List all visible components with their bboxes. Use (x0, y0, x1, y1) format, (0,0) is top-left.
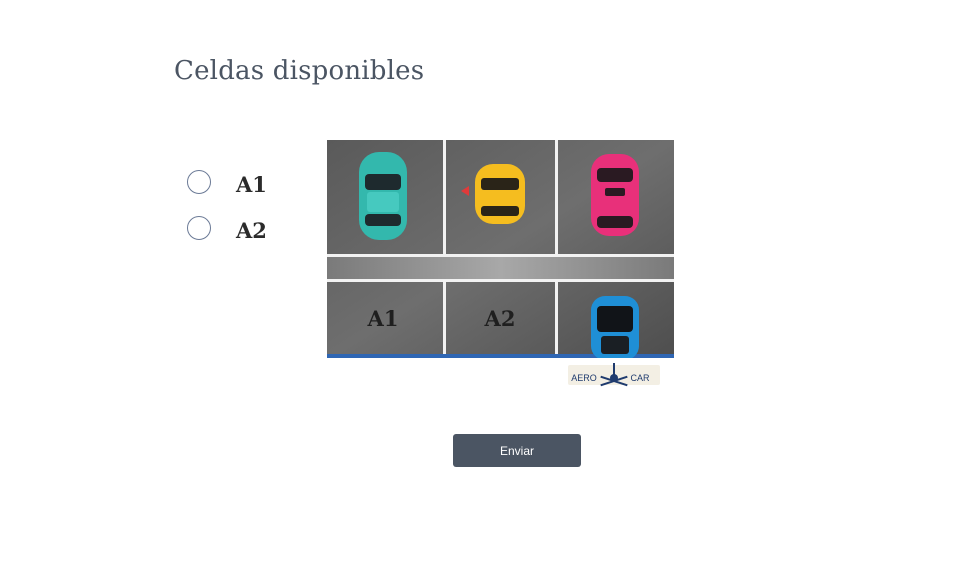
option-a2[interactable]: A2 (187, 212, 267, 243)
option-a1-label: A1 (236, 172, 267, 197)
parking-lot-image: A1 A2 (327, 140, 674, 358)
slot-label-a2: A2 (484, 306, 516, 331)
radio-a2[interactable] (187, 215, 211, 240)
submit-button[interactable]: Enviar (453, 434, 581, 467)
logo-right-text: CAR (630, 373, 650, 383)
option-a2-label: A2 (236, 218, 267, 243)
slot-label-a1: A1 (367, 306, 399, 331)
car-blue-icon (591, 296, 639, 358)
aerocar-logo: AERO CAR (568, 363, 660, 387)
logo-left-text: AERO (571, 373, 597, 383)
page-title: Celdas disponibles (174, 56, 425, 86)
car-teal-icon (359, 152, 407, 240)
radio-a1[interactable] (187, 169, 211, 194)
car-pink-icon (591, 154, 639, 236)
option-a1[interactable]: A1 (187, 166, 267, 197)
